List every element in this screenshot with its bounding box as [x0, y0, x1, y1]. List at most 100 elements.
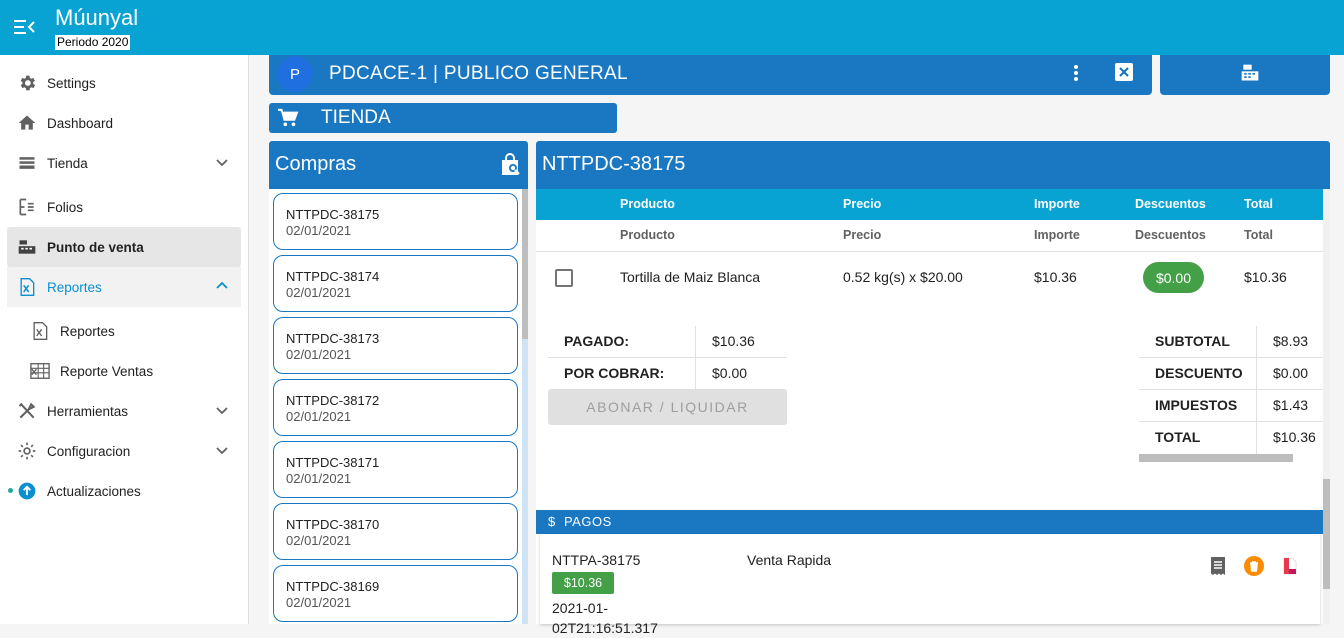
subheader-producto: Producto — [620, 228, 675, 242]
column-header-total[interactable]: Total — [1244, 197, 1273, 211]
search-bag-icon[interactable] — [500, 153, 522, 181]
folio-icon — [7, 197, 47, 217]
sidebar: Settings Dashboard Tienda Folios Punto d… — [0, 55, 249, 624]
payment-type: Venta Rapida — [747, 552, 832, 568]
sale-detail-panel: NTTPDC-38175 Producto Precio Importe Des… — [536, 141, 1330, 636]
payment-card: NTTPA-38175 $10.36 2021-01-02T21:16:51.3… — [540, 534, 1320, 636]
subheader-total: Total — [1244, 228, 1273, 242]
sidebar-item-label: Reportes — [47, 279, 102, 295]
compra-item[interactable]: NTTPDC-38174 02/01/2021 — [273, 255, 518, 312]
cell-precio: 0.52 kg(s) x $20.00 — [843, 269, 963, 285]
avatar[interactable]: P — [277, 56, 313, 92]
tools-icon — [7, 401, 47, 421]
por-cobrar-row: POR COBRAR: $0.00 — [548, 358, 787, 390]
scrollbar-thumb[interactable] — [522, 189, 528, 339]
impuestos-label: IMPUESTOS — [1155, 397, 1238, 413]
column-header-producto[interactable]: Producto — [620, 197, 675, 211]
compra-folio: NTTPDC-38174 — [286, 269, 380, 284]
compra-item[interactable]: NTTPDC-38170 02/01/2021 — [273, 503, 518, 560]
totals-scrollbar[interactable] — [1139, 454, 1293, 462]
settings-icon — [7, 441, 47, 461]
compra-folio: NTTPDC-38173 — [286, 331, 380, 346]
sidebar-item-actualizaciones[interactable]: Actualizaciones — [7, 471, 241, 511]
compra-folio: NTTPDC-38171 — [286, 455, 380, 470]
detail-scrollbar[interactable] — [1323, 189, 1330, 624]
impuestos-row: IMPUESTOS $1.43 — [1139, 390, 1323, 422]
close-icon[interactable] — [1115, 63, 1133, 81]
sidebar-item-reportes[interactable]: Reportes — [7, 267, 241, 307]
descuento-label: DESCUENTO — [1155, 365, 1243, 381]
notification-dot — [8, 488, 13, 493]
compra-date: 02/01/2021 — [286, 285, 352, 300]
sidebar-item-punto-de-venta[interactable]: Punto de venta — [7, 227, 241, 267]
pagos-label: $ PAGOS — [548, 514, 612, 529]
compra-date: 02/01/2021 — [286, 223, 352, 238]
column-header-importe[interactable]: Importe — [1034, 197, 1080, 211]
cell-total: $10.36 — [1244, 269, 1287, 285]
sidebar-item-settings[interactable]: Settings — [7, 63, 241, 103]
por-cobrar-label: POR COBRAR: — [564, 365, 665, 381]
subtotal-row: SUBTOTAL $8.93 — [1139, 326, 1323, 358]
menu-toggle-icon[interactable] — [14, 18, 38, 38]
delete-icon[interactable] — [1244, 556, 1264, 576]
more-vert-icon[interactable] — [1069, 63, 1083, 85]
sidebar-item-label: Settings — [47, 75, 96, 91]
abonar-liquidar-button[interactable]: ABONAR / LIQUIDAR — [548, 389, 787, 425]
chevron-down-icon — [215, 403, 229, 420]
chevron-down-icon — [215, 155, 229, 172]
impuestos-value: $1.43 — [1273, 397, 1309, 413]
sidebar-item-herramientas[interactable]: Herramientas — [7, 391, 241, 431]
excel-icon — [7, 277, 47, 297]
compras-scrollbar[interactable] — [522, 189, 528, 624]
spreadsheet-icon — [20, 361, 60, 381]
compra-date: 02/01/2021 — [286, 347, 352, 362]
sidebar-item-tienda[interactable]: Tienda — [7, 143, 241, 183]
sidebar-item-label: Punto de venta — [47, 239, 144, 255]
pdf-icon[interactable] — [1280, 556, 1300, 576]
column-header-precio[interactable]: Precio — [843, 197, 881, 211]
compra-item[interactable]: NTTPDC-38169 02/01/2021 — [273, 565, 518, 622]
detail-header: NTTPDC-38175 — [536, 141, 1330, 189]
sidebar-item-label: Actualizaciones — [47, 483, 141, 499]
descuento-row: DESCUENTO $0.00 — [1139, 358, 1323, 390]
subheader-descuentos: Descuentos — [1135, 228, 1206, 242]
compra-folio: NTTPDC-38169 — [286, 579, 380, 594]
sidebar-subitem-reportes[interactable]: Reportes — [20, 311, 241, 351]
compra-item[interactable]: NTTPDC-38173 02/01/2021 — [273, 317, 518, 374]
cash-register-button[interactable] — [1160, 55, 1330, 95]
compra-date: 02/01/2021 — [286, 471, 352, 486]
pagos-header: $ PAGOS — [536, 510, 1323, 534]
pagado-value: $10.36 — [712, 333, 755, 349]
payment-date: 2021-01-02T21:16:51.317 — [552, 600, 658, 636]
sidebar-item-configuracion[interactable]: Configuracion — [7, 431, 241, 471]
payment-folio: NTTPA-38175 — [552, 552, 641, 568]
sidebar-item-label: Configuracion — [47, 443, 131, 459]
register-icon — [7, 153, 47, 173]
compra-date: 02/01/2021 — [286, 409, 352, 424]
sidebar-subitem-reporte-ventas[interactable]: Reporte Ventas — [20, 351, 241, 391]
subheader-importe: Importe — [1034, 228, 1080, 242]
sidebar-item-dashboard[interactable]: Dashboard — [7, 103, 241, 143]
sidebar-item-folios[interactable]: Folios — [7, 187, 241, 227]
compra-item[interactable]: NTTPDC-38172 02/01/2021 — [273, 379, 518, 436]
sidebar-item-label: Folios — [47, 199, 84, 215]
subtotal-label: SUBTOTAL — [1155, 333, 1230, 349]
client-header: P PDCACE-1 | PUBLICO GENERAL — [269, 55, 1152, 95]
column-header-descuentos[interactable]: Descuentos — [1135, 197, 1206, 211]
subheader-precio: Precio — [843, 228, 882, 242]
compra-item[interactable]: NTTPDC-38175 02/01/2021 — [273, 193, 518, 250]
tienda-button[interactable]: TIENDA — [269, 103, 617, 133]
discount-chip[interactable]: $0.00 — [1143, 262, 1204, 293]
period-badge: Periodo 2020 — [55, 35, 131, 50]
receipt-icon[interactable] — [1208, 556, 1228, 576]
detail-title: NTTPDC-38175 — [542, 153, 686, 175]
cell-importe: $10.36 — [1034, 269, 1077, 285]
sidebar-item-label: Reportes — [60, 323, 115, 339]
sidebar-item-label: Tienda — [47, 155, 88, 171]
table-header: Producto Precio Importe Descuentos Total — [536, 189, 1323, 220]
row-checkbox[interactable] — [555, 269, 573, 287]
upload-icon — [7, 481, 47, 501]
compra-item[interactable]: NTTPDC-38171 02/01/2021 — [273, 441, 518, 498]
scrollbar-thumb[interactable] — [1323, 479, 1330, 589]
chevron-up-icon — [215, 279, 229, 296]
